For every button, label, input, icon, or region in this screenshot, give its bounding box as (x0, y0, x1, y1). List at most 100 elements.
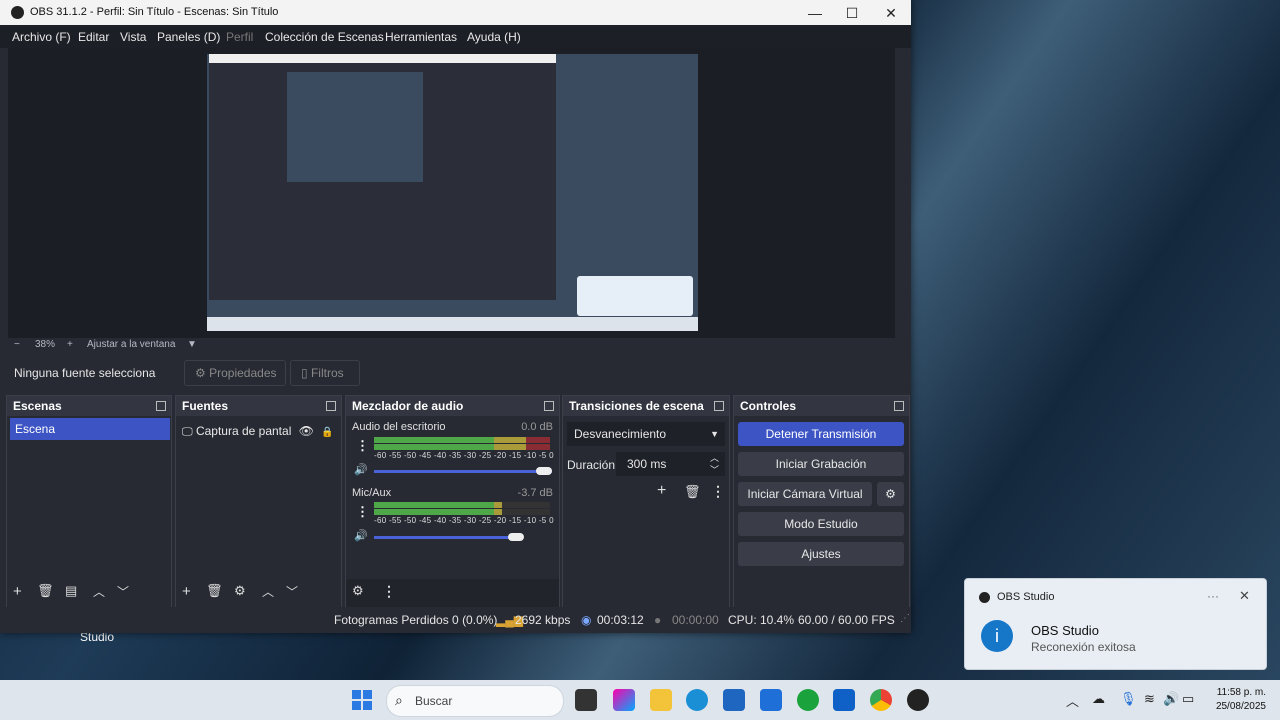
trash-icon[interactable]: 🗑 (37, 583, 54, 599)
studio-mode-button[interactable]: Modo Estudio (738, 512, 904, 536)
speaker-icon[interactable]: 🔊 (354, 463, 368, 476)
undock-icon[interactable] (714, 401, 724, 411)
trash-icon[interactable]: 🗑 (684, 484, 701, 500)
title-bar[interactable]: OBS 31.1.2 - Perfil: Sin Título - Escena… (0, 0, 911, 25)
wifi-icon[interactable]: ≋ (1144, 691, 1155, 707)
undock-icon[interactable] (894, 401, 904, 411)
gear-icon[interactable]: ⚙ (352, 583, 364, 599)
cloud-icon[interactable]: ☁ (1092, 691, 1105, 707)
properties-button[interactable]: ⚙ Propiedades (184, 360, 286, 386)
record-time: 00:00:00 (672, 613, 719, 627)
filter-icon[interactable]: ▤ (65, 583, 77, 599)
menu-tools[interactable]: Herramientas (385, 30, 457, 44)
channel-name: Audio del escritorio (352, 421, 446, 433)
add-icon[interactable]: + (182, 583, 191, 600)
gear-icon[interactable]: ⚙ (234, 583, 246, 599)
menu-help[interactable]: Ayuda (H) (467, 30, 521, 44)
edge-icon[interactable] (686, 689, 708, 711)
outlook-icon[interactable] (833, 689, 855, 711)
filter-icon: ▯ (301, 366, 308, 380)
slider-handle[interactable] (536, 467, 552, 475)
transition-value: Desvanecimiento (574, 427, 667, 441)
volume-slider[interactable] (374, 467, 552, 475)
copilot-icon[interactable] (613, 689, 635, 711)
menu-profile[interactable]: Perfil (226, 30, 253, 44)
undock-icon[interactable] (544, 401, 554, 411)
volume-slider[interactable] (374, 533, 524, 541)
battery-icon[interactable]: ▭ (1182, 691, 1194, 707)
menu-docks[interactable]: Paneles (D) (157, 30, 220, 44)
add-icon[interactable]: + (13, 583, 22, 600)
notification-body: Reconexión exitosa (1031, 640, 1136, 654)
cpu-usage: CPU: 10.4% (728, 613, 795, 627)
sources-footer: + 🗑 ⚙ ︿ ﹀ (176, 579, 341, 607)
visual-studio-icon[interactable] (760, 689, 782, 711)
stop-streaming-button[interactable]: Detener Transmisión (738, 422, 904, 446)
gear-icon: ⚙ (195, 366, 206, 380)
menu-scene-collection[interactable]: Colección de Escenas (265, 30, 384, 44)
resize-grip-icon[interactable]: ⋰ (900, 613, 910, 624)
zoom-fit-select[interactable]: Ajustar a la ventana (87, 339, 175, 350)
zoom-out-button[interactable]: − (14, 339, 20, 350)
settings-button[interactable]: Ajustes (738, 542, 904, 566)
menu-edit[interactable]: Editar (78, 30, 109, 44)
clock[interactable]: 11:58 p. m. 25/08/2025 (1200, 686, 1266, 714)
duration-spinbox[interactable]: 300 ms ︿ ﹀ (616, 452, 725, 476)
microphone-icon[interactable]: 🎙 (1120, 691, 1137, 707)
lock-icon[interactable]: 🔒 (321, 427, 333, 438)
move-up-icon[interactable]: ︿ (93, 583, 105, 600)
slider-handle[interactable] (508, 533, 524, 541)
chrome-icon[interactable] (870, 689, 892, 711)
close-button[interactable]: ✕ (871, 3, 911, 23)
notification-title: OBS Studio (1031, 623, 1099, 638)
duration-value: 300 ms (627, 457, 667, 471)
start-recording-button[interactable]: Iniciar Grabación (738, 452, 904, 476)
start-virtual-camera-button[interactable]: Iniciar Cámara Virtual (738, 482, 872, 506)
eye-icon[interactable]: 👁 (299, 424, 314, 438)
scenes-panel: Escenas Escena + 🗑 ▤ ︿ ﹀ (6, 395, 172, 608)
notification-app: OBS Studio (997, 591, 1055, 603)
taskbar-search[interactable]: ⌕ Buscar (386, 685, 564, 717)
move-up-icon[interactable]: ︿ (262, 583, 274, 600)
minimize-button[interactable]: — (795, 3, 835, 23)
chevron-down-icon: ▼ (710, 429, 719, 439)
source-item[interactable]: 🖵 Captura de pantal 👁 🔒 (182, 424, 334, 439)
add-icon[interactable]: + (657, 482, 666, 500)
zoom-in-button[interactable]: + (67, 339, 73, 350)
channel-name: Mic/Aux (352, 487, 392, 499)
filters-button[interactable]: ▯ Filtros (290, 360, 360, 386)
undock-icon[interactable] (326, 401, 336, 411)
scenes-title: Escenas (13, 399, 62, 413)
windows-start-icon[interactable] (352, 690, 372, 710)
obs-taskbar-icon[interactable] (907, 689, 929, 711)
virtual-camera-settings-button[interactable]: ⚙ (877, 482, 904, 506)
move-down-icon[interactable]: ﹀ (117, 583, 129, 600)
move-down-icon[interactable]: ﹀ (286, 583, 298, 600)
task-view-icon[interactable] (575, 689, 597, 711)
channel-menu-icon[interactable]: ⋮ (356, 504, 369, 520)
trash-icon[interactable]: 🗑 (206, 583, 223, 599)
chevron-down-icon[interactable]: ﹀ (710, 458, 719, 482)
channel-menu-icon[interactable]: ⋮ (356, 438, 369, 454)
more-options-icon[interactable]: ··· (1207, 589, 1219, 603)
transition-select[interactable]: Desvanecimiento ▼ (567, 422, 725, 446)
menu-file[interactable]: Archivo (F) (12, 30, 71, 44)
sources-title: Fuentes (182, 399, 229, 413)
scenes-footer: + 🗑 ▤ ︿ ﹀ (7, 579, 171, 607)
kebab-icon[interactable]: ⋮ (711, 483, 725, 500)
volume-icon[interactable]: 🔊 (1163, 691, 1179, 707)
chevron-down-icon[interactable]: ▼ (187, 339, 197, 350)
maximize-button[interactable]: ☐ (832, 3, 872, 23)
menu-view[interactable]: Vista (120, 30, 146, 44)
undock-icon[interactable] (156, 401, 166, 411)
file-explorer-icon[interactable] (650, 689, 672, 711)
close-icon[interactable]: ✕ (1239, 588, 1250, 604)
chevron-up-icon[interactable]: ︿ (1066, 691, 1079, 710)
scene-item[interactable]: Escena (10, 418, 170, 440)
kebab-icon[interactable]: ⋮ (382, 583, 396, 600)
preview-canvas[interactable] (8, 48, 895, 338)
speaker-icon[interactable]: 🔊 (354, 529, 368, 542)
store-icon[interactable] (723, 689, 745, 711)
xbox-icon[interactable] (797, 689, 819, 711)
notification-toast[interactable]: OBS Studio ··· ✕ i OBS Studio Reconexión… (964, 578, 1267, 670)
